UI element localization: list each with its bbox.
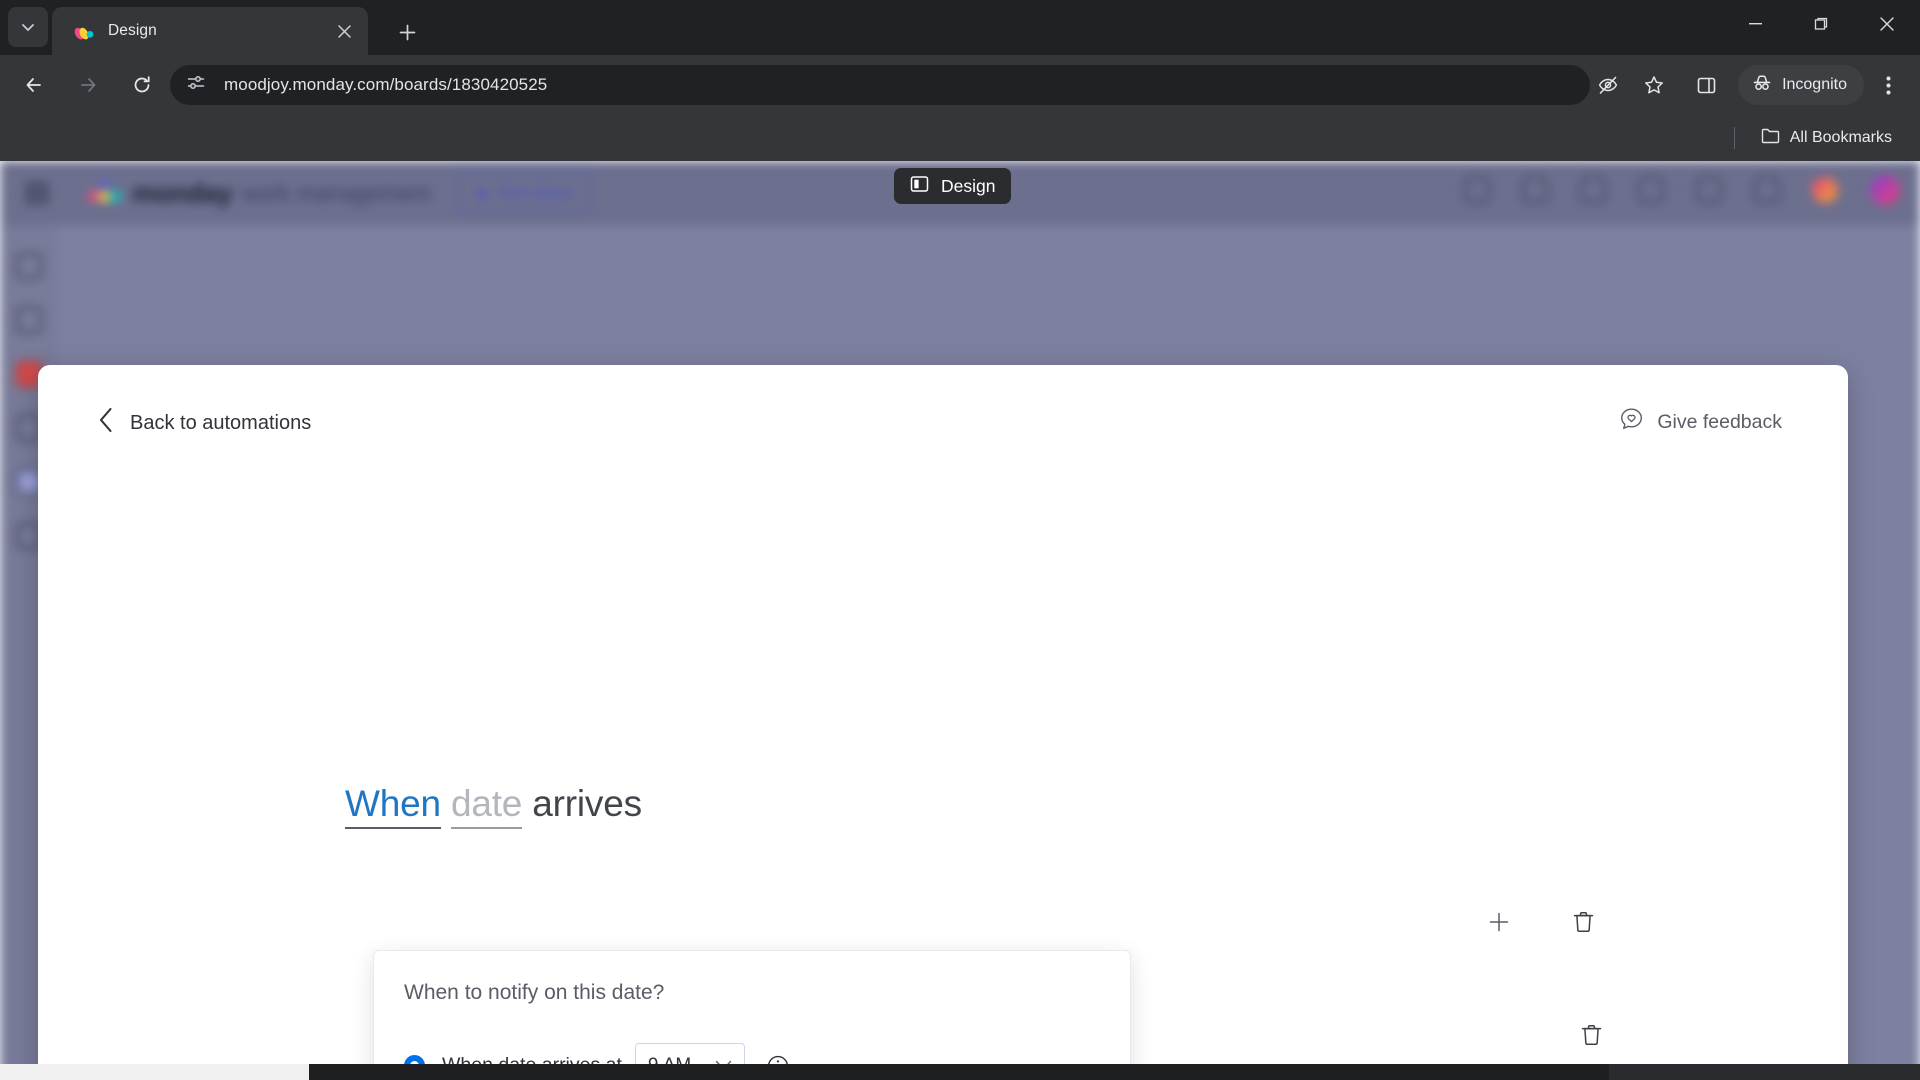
panel-layout-icon (910, 175, 929, 198)
scrollbar-track[interactable] (1609, 1064, 1920, 1080)
recipe-row-actions-1 (1480, 903, 1602, 941)
see-plans-label: See plans (497, 183, 574, 202)
all-bookmarks-label: All Bookmarks (1789, 129, 1892, 146)
forward-button[interactable] (68, 65, 108, 105)
window-minimize-button[interactable] (1722, 0, 1788, 48)
help-icon[interactable] (1754, 177, 1780, 203)
give-feedback-button[interactable]: Give feedback (1619, 407, 1782, 438)
page-viewport: monday work management See plans Back to… (0, 161, 1920, 1080)
delete-block-button[interactable] (1572, 1016, 1610, 1054)
url-text: moodjoy.monday.com/boards/1830420525 (224, 75, 548, 94)
search-icon[interactable] (1696, 177, 1722, 203)
monday-brand: monday (132, 177, 233, 208)
tracking-protection-icon[interactable] (1586, 63, 1630, 107)
avatar[interactable] (1812, 177, 1838, 203)
feedback-heart-icon (1619, 407, 1644, 438)
browser-tabstrip: Design (0, 0, 1920, 55)
modal-header: Back to automations Give feedback (38, 365, 1848, 475)
chevron-left-icon (98, 407, 114, 439)
monday-logo-icon (88, 180, 122, 206)
avatar[interactable] (1870, 175, 1900, 205)
folder-icon (1761, 127, 1780, 149)
sidebar-item-my-work[interactable] (16, 307, 42, 333)
monday-brand-sub: work management (241, 179, 431, 206)
site-settings-icon[interactable] (186, 73, 206, 98)
recipe-token-date[interactable]: date (450, 783, 522, 829)
back-button[interactable] (14, 65, 54, 105)
incognito-icon (1751, 72, 1773, 99)
recipe-row-actions-2 (1572, 1016, 1610, 1054)
browser-tab-design[interactable]: Design (52, 7, 368, 55)
horizontal-scrollbar[interactable] (0, 1064, 1920, 1080)
window-maximize-button[interactable] (1788, 0, 1854, 48)
recipe-token-arrives: arrives (532, 783, 642, 824)
notifications-icon[interactable] (1464, 177, 1490, 203)
address-bar[interactable]: moodjoy.monday.com/boards/1830420525 (170, 65, 1590, 105)
tab-search-button[interactable] (8, 7, 48, 47)
recipe-token-when[interactable]: When (345, 783, 441, 829)
monday-logo-icon (74, 21, 94, 41)
back-to-automations-link[interactable]: Back to automations (98, 407, 311, 439)
window-controls (1722, 0, 1920, 48)
invite-icon[interactable] (1580, 177, 1606, 203)
new-tab-button[interactable] (390, 15, 424, 49)
apps-icon[interactable] (1638, 177, 1664, 203)
date-notify-popover: When to notify on this date? When date a… (373, 950, 1131, 1080)
all-bookmarks-button[interactable]: All Bookmarks (1753, 122, 1900, 154)
design-pill-label: Design (941, 175, 996, 196)
chrome-menu-icon[interactable] (1866, 63, 1910, 107)
delete-block-button[interactable] (1564, 903, 1602, 941)
window-close-button[interactable] (1854, 0, 1920, 48)
reload-button[interactable] (122, 65, 162, 105)
bookmarks-separator (1733, 127, 1735, 149)
side-panel-icon[interactable] (1684, 63, 1728, 107)
see-plans-button[interactable]: See plans (456, 173, 591, 213)
sidebar-item-home[interactable] (16, 253, 42, 279)
automation-recipe-area: When date arrives When to notify on this… (38, 475, 1848, 1080)
incognito-label: Incognito (1782, 76, 1847, 93)
popover-question: When to notify on this date? (404, 981, 665, 1004)
incognito-indicator[interactable]: Incognito (1738, 65, 1864, 105)
recipe-sentence: When date arrives (345, 783, 642, 829)
design-mode-pill[interactable]: Design (894, 168, 1012, 204)
add-block-button[interactable] (1480, 903, 1518, 941)
tab-title: Design (108, 22, 157, 39)
bookmarks-bar: All Bookmarks (0, 115, 1920, 161)
bookmark-star-icon[interactable] (1632, 63, 1676, 107)
back-label: Back to automations (130, 411, 312, 434)
automation-modal: Back to automations Give feedback When d… (38, 365, 1848, 1080)
inbox-icon[interactable] (1522, 177, 1548, 203)
browser-toolbar: moodjoy.monday.com/boards/1830420525 Inc… (0, 55, 1920, 115)
feedback-label: Give feedback (1657, 411, 1782, 433)
scrollbar-thumb[interactable] (309, 1064, 1609, 1080)
toolbar-right-actions: Incognito (1586, 63, 1910, 107)
monday-header-actions (1464, 175, 1900, 205)
apps-grid-icon[interactable] (26, 182, 48, 204)
tab-close-icon[interactable] (334, 21, 354, 41)
